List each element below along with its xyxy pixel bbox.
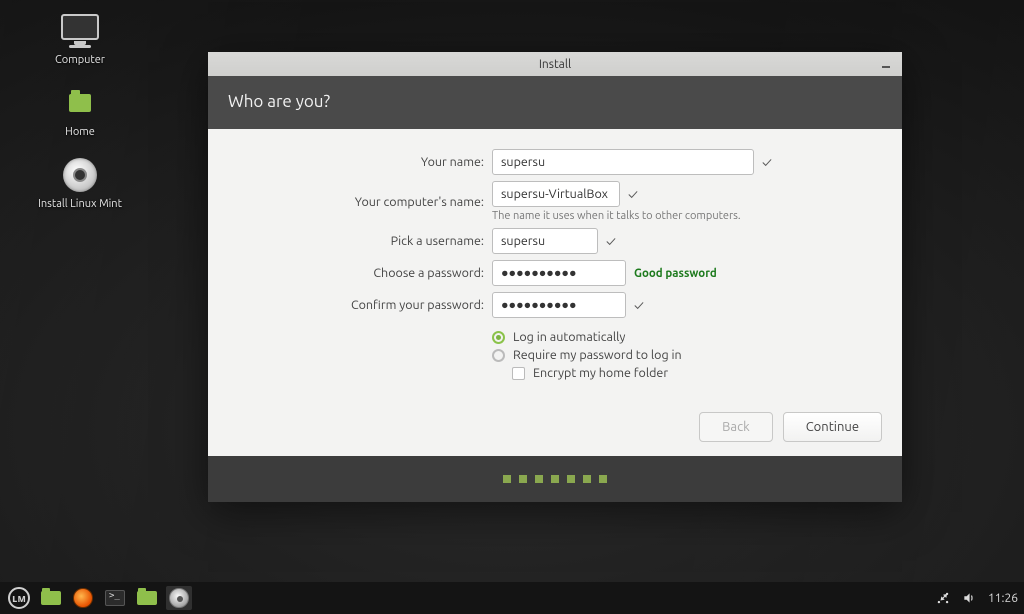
window-title: Install [539, 58, 571, 71]
start-menu-button[interactable]: ʟᴍ [6, 586, 32, 610]
progress-dot [503, 475, 511, 483]
firefox-launcher[interactable] [70, 586, 96, 610]
installer-progress-dots [208, 456, 902, 502]
taskbar-item-installer[interactable] [166, 586, 192, 610]
desktop-icon-computer[interactable]: Computer [20, 12, 140, 66]
progress-dot [567, 475, 575, 483]
radio-icon [492, 349, 505, 362]
desktop-icon-label: Computer [55, 54, 105, 66]
label-username: Pick a username: [232, 234, 492, 248]
password-input[interactable] [492, 260, 626, 286]
desktop-icons: Computer Home Install Linux Mint [20, 12, 140, 210]
continue-button[interactable]: Continue [783, 412, 882, 442]
install-window: Install Who are you? Your name: ✓ Your c… [208, 52, 902, 502]
volume-icon[interactable] [962, 591, 976, 605]
progress-dot [551, 475, 559, 483]
desktop-icon-home[interactable]: Home [20, 84, 140, 138]
mint-logo-icon: ʟᴍ [8, 587, 30, 609]
taskbar-left: ʟᴍ [6, 586, 192, 610]
password-strength: Good password [634, 267, 717, 280]
option-label: Require my password to log in [513, 348, 682, 362]
radio-icon [492, 331, 505, 344]
home-folder-icon [58, 84, 102, 122]
terminal-icon [105, 590, 125, 606]
progress-dot [519, 475, 527, 483]
terminal-launcher[interactable] [102, 586, 128, 610]
taskbar-right: 11:26 [936, 591, 1018, 605]
label-computer-name: Your computer's name: [232, 195, 492, 209]
disc-icon [169, 588, 189, 608]
desktop-icon-install-linux-mint[interactable]: Install Linux Mint [20, 156, 140, 210]
desktop-icon-label: Install Linux Mint [38, 198, 122, 210]
network-icon[interactable] [936, 591, 950, 605]
check-icon: ✓ [628, 186, 638, 202]
option-label: Encrypt my home folder [533, 366, 668, 380]
folder-icon [137, 591, 157, 605]
username-input[interactable] [492, 228, 598, 254]
firefox-icon [73, 588, 93, 608]
checkbox-icon [512, 367, 525, 380]
minimize-button[interactable] [878, 55, 894, 71]
label-your-name: Your name: [232, 155, 492, 169]
option-label: Log in automatically [513, 330, 625, 344]
progress-dot [535, 475, 543, 483]
option-encrypt-home[interactable]: Encrypt my home folder [512, 366, 878, 380]
login-options: Log in automatically Require my password… [492, 330, 878, 380]
desktop-icon-label: Home [65, 126, 95, 138]
user-form: Your name: ✓ Your computer's name: ✓ The… [232, 149, 878, 380]
label-confirm-password: Confirm your password: [232, 298, 492, 312]
check-icon: ✓ [634, 297, 644, 313]
check-icon: ✓ [762, 154, 772, 170]
computer-icon [58, 12, 102, 50]
label-password: Choose a password: [232, 266, 492, 280]
installer-content: Your name: ✓ Your computer's name: ✓ The… [208, 129, 902, 456]
progress-dot [599, 475, 607, 483]
confirm-password-input[interactable] [492, 292, 626, 318]
disc-icon [58, 156, 102, 194]
folder-icon [41, 591, 61, 605]
option-log-in-automatically[interactable]: Log in automatically [492, 330, 878, 344]
files-launcher[interactable] [134, 586, 160, 610]
window-titlebar[interactable]: Install [208, 52, 902, 76]
progress-dot [583, 475, 591, 483]
computer-name-hint: The name it uses when it talks to other … [492, 210, 741, 222]
computer-name-input[interactable] [492, 181, 620, 207]
installer-heading: Who are you? [208, 76, 902, 129]
your-name-input[interactable] [492, 149, 754, 175]
wizard-buttons: Back Continue [699, 412, 882, 442]
taskbar: ʟᴍ 11:26 [0, 582, 1024, 614]
show-desktop-button[interactable] [38, 586, 64, 610]
back-button[interactable]: Back [699, 412, 773, 442]
taskbar-clock[interactable]: 11:26 [988, 592, 1018, 605]
option-require-password[interactable]: Require my password to log in [492, 348, 878, 362]
check-icon: ✓ [606, 233, 616, 249]
